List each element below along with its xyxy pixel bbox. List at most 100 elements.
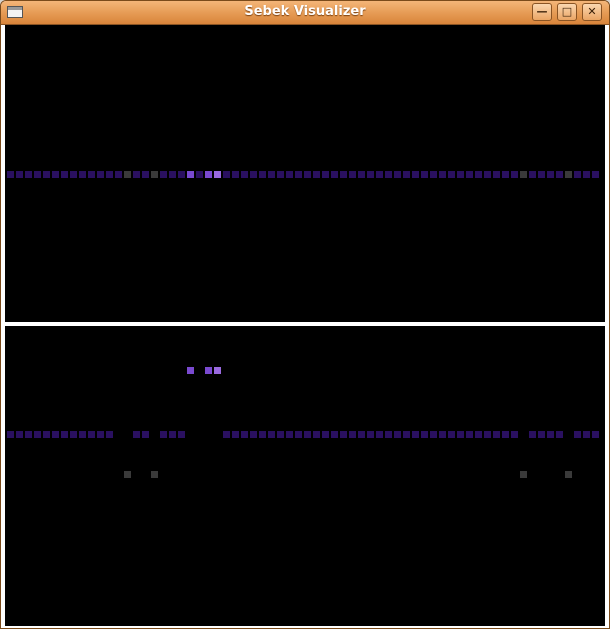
- activity-cell: [403, 171, 410, 178]
- activity-cell: [277, 171, 284, 178]
- activity-cell: [7, 431, 14, 438]
- activity-cell: [151, 171, 158, 178]
- activity-cell: [547, 171, 554, 178]
- activity-cell: [340, 171, 347, 178]
- activity-cell: [97, 171, 104, 178]
- activity-cell: [457, 171, 464, 178]
- maximize-button[interactable]: □: [557, 3, 577, 21]
- activity-cell: [187, 171, 194, 178]
- activity-cell: [277, 431, 284, 438]
- activity-cell: [43, 431, 50, 438]
- highlight-cell: [214, 367, 221, 374]
- activity-cell: [178, 431, 185, 438]
- activity-cell: [412, 431, 419, 438]
- activity-cell: [70, 171, 77, 178]
- activity-cell: [385, 431, 392, 438]
- activity-cell: [439, 431, 446, 438]
- activity-cell: [259, 171, 266, 178]
- activity-cell: [493, 171, 500, 178]
- activity-cell: [106, 431, 113, 438]
- activity-cell: [475, 431, 482, 438]
- activity-cell: [574, 171, 581, 178]
- activity-cell: [583, 431, 590, 438]
- activity-cell: [430, 171, 437, 178]
- activity-cell: [511, 431, 518, 438]
- activity-cell: [349, 171, 356, 178]
- activity-cell: [457, 431, 464, 438]
- activity-cell: [466, 171, 473, 178]
- activity-cell: [196, 171, 203, 178]
- activity-cell: [439, 171, 446, 178]
- activity-cell: [529, 431, 536, 438]
- activity-cell: [421, 431, 428, 438]
- activity-cell: [61, 171, 68, 178]
- activity-cell: [412, 171, 419, 178]
- activity-cell: [205, 171, 212, 178]
- activity-cell: [331, 171, 338, 178]
- activity-cell: [25, 171, 32, 178]
- activity-cell: [268, 431, 275, 438]
- activity-cell: [583, 171, 590, 178]
- activity-cell: [556, 431, 563, 438]
- activity-cell: [538, 431, 545, 438]
- activity-cell: [475, 171, 482, 178]
- activity-cell: [115, 171, 122, 178]
- close-icon: ✕: [587, 5, 597, 18]
- close-button[interactable]: ✕: [582, 3, 602, 21]
- activity-cell: [367, 431, 374, 438]
- activity-cell: [241, 431, 248, 438]
- bottom-visualizer-pane: [5, 326, 605, 626]
- activity-cell: [178, 171, 185, 178]
- activity-cell: [448, 431, 455, 438]
- activity-cell: [160, 171, 167, 178]
- idle-cell: [565, 471, 572, 478]
- activity-cell: [16, 171, 23, 178]
- activity-cell: [322, 431, 329, 438]
- activity-cell: [493, 431, 500, 438]
- title-bar[interactable]: Sebek Visualizer — □ ✕: [1, 1, 609, 25]
- activity-cell: [538, 171, 545, 178]
- activity-cell: [286, 171, 293, 178]
- activity-cell: [394, 431, 401, 438]
- activity-cell: [34, 171, 41, 178]
- activity-cell: [286, 431, 293, 438]
- activity-cell: [592, 171, 599, 178]
- highlight-cell: [187, 367, 194, 374]
- activity-cell: [403, 431, 410, 438]
- app-window: Sebek Visualizer — □ ✕: [0, 0, 610, 629]
- activity-cell: [358, 431, 365, 438]
- activity-cell: [331, 431, 338, 438]
- activity-cell: [241, 171, 248, 178]
- top-visualizer-pane: [5, 25, 605, 322]
- activity-cell: [133, 171, 140, 178]
- activity-cell: [52, 431, 59, 438]
- activity-cell: [304, 171, 311, 178]
- activity-cell: [133, 431, 140, 438]
- minimize-icon: —: [536, 5, 548, 18]
- activity-cell: [295, 171, 302, 178]
- activity-cell: [7, 171, 14, 178]
- maximize-icon: □: [561, 5, 573, 18]
- activity-cell: [16, 431, 23, 438]
- activity-cell: [124, 171, 131, 178]
- activity-cell: [430, 431, 437, 438]
- activity-cell: [340, 431, 347, 438]
- activity-cell: [367, 171, 374, 178]
- activity-cell: [259, 431, 266, 438]
- activity-cell: [322, 171, 329, 178]
- minimize-button[interactable]: —: [532, 3, 552, 21]
- activity-cell: [502, 171, 509, 178]
- activity-cell: [592, 431, 599, 438]
- activity-cell: [232, 171, 239, 178]
- activity-cell: [484, 431, 491, 438]
- activity-cell: [574, 431, 581, 438]
- idle-cell: [124, 471, 131, 478]
- activity-cell: [529, 171, 536, 178]
- idle-cell: [520, 471, 527, 478]
- activity-cell: [88, 171, 95, 178]
- activity-cell: [250, 171, 257, 178]
- activity-cell: [385, 171, 392, 178]
- activity-cell: [268, 171, 275, 178]
- activity-cell: [106, 171, 113, 178]
- activity-cell: [421, 171, 428, 178]
